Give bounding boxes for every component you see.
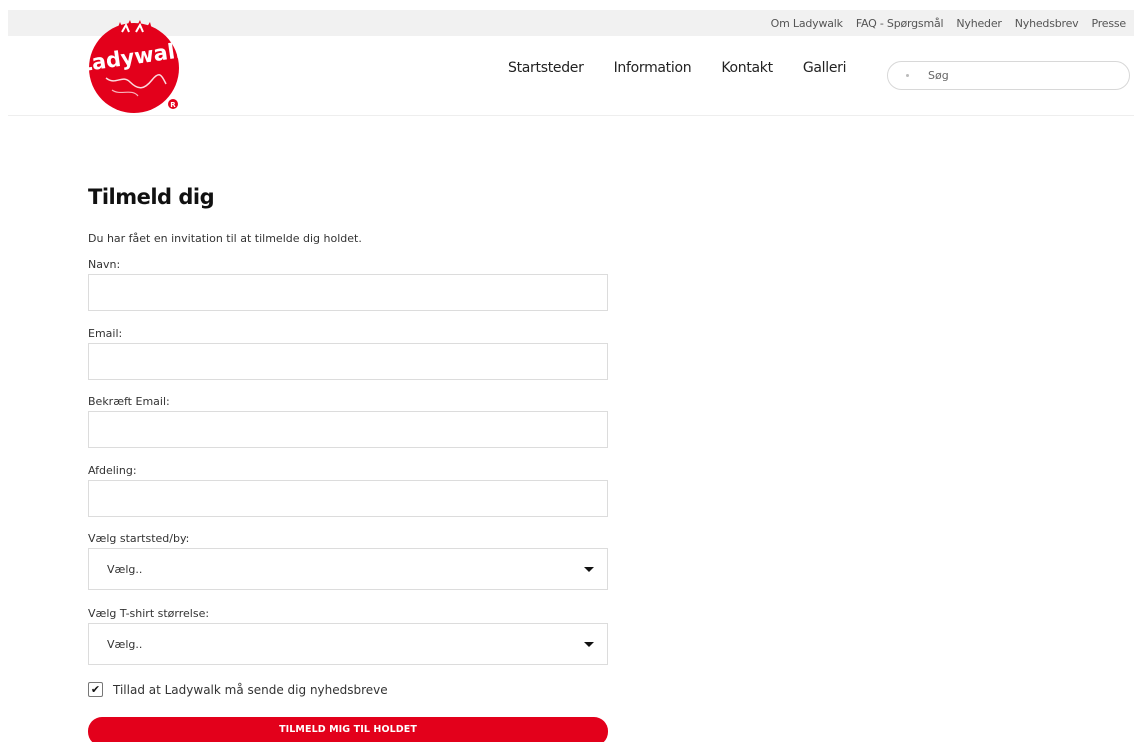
main-nav: Startsteder Information Kontakt Galleri: [508, 60, 846, 76]
newsletter-label: Tillad at Ladywalk må sende dig nyhedsbr…: [113, 682, 388, 697]
search-icon: [906, 74, 909, 77]
top-nav-nyheder[interactable]: Nyheder: [956, 17, 1002, 30]
confirm-email-label: Bekræft Email:: [88, 395, 170, 408]
caret-down-icon: [584, 642, 594, 647]
tshirt-label: Vælg T-shirt størrelse:: [88, 607, 210, 620]
svg-text:R: R: [170, 101, 176, 109]
main-nav-kontakt[interactable]: Kontakt: [721, 60, 773, 76]
ladywalk-logo[interactable]: Ladywalk R: [77, 16, 191, 114]
top-nav-presse[interactable]: Presse: [1091, 17, 1126, 30]
search-box[interactable]: [887, 61, 1130, 90]
top-nav-nyhedsbrev[interactable]: Nyhedsbrev: [1015, 17, 1079, 30]
top-nav-om-ladywalk[interactable]: Om Ladywalk: [771, 17, 843, 30]
intro-text: Du har fået en invitation til at tilmeld…: [88, 232, 362, 245]
navn-field[interactable]: [88, 274, 608, 311]
header-divider: [8, 115, 1134, 116]
email-label: Email:: [88, 327, 123, 340]
submit-button[interactable]: TILMELD MIG TIL HOLDET: [88, 717, 608, 742]
confirm-email-input[interactable]: [89, 412, 607, 447]
afdeling-input[interactable]: [89, 481, 607, 516]
navn-input[interactable]: [89, 275, 607, 310]
navn-label: Navn:: [88, 258, 121, 271]
main-nav-startsteder[interactable]: Startsteder: [508, 60, 584, 76]
main-nav-information[interactable]: Information: [614, 60, 692, 76]
newsletter-option: ✔ Tillad at Ladywalk må sende dig nyheds…: [88, 682, 388, 697]
caret-down-icon: [584, 567, 594, 572]
email-input[interactable]: [89, 344, 607, 379]
search-input[interactable]: [928, 69, 1118, 82]
top-nav-faq[interactable]: FAQ - Spørgsmål: [856, 17, 944, 30]
startsted-select-value: Vælg..: [107, 563, 143, 576]
startsted-label: Vælg startsted/by:: [88, 532, 190, 545]
newsletter-checkbox[interactable]: ✔: [88, 682, 103, 697]
top-nav: Om Ladywalk FAQ - Spørgsmål Nyheder Nyhe…: [771, 10, 1127, 36]
checkmark-icon: ✔: [90, 683, 101, 696]
page-title: Tilmeld dig: [88, 185, 215, 209]
afdeling-label: Afdeling:: [88, 464, 137, 477]
tshirt-select[interactable]: Vælg..: [88, 623, 608, 665]
afdeling-field[interactable]: [88, 480, 608, 517]
tshirt-select-value: Vælg..: [107, 638, 143, 651]
main-nav-galleri[interactable]: Galleri: [803, 60, 847, 76]
startsted-select[interactable]: Vælg..: [88, 548, 608, 590]
confirm-email-field[interactable]: [88, 411, 608, 448]
email-field[interactable]: [88, 343, 608, 380]
ladywalk-logo-icon: Ladywalk R: [77, 20, 191, 113]
